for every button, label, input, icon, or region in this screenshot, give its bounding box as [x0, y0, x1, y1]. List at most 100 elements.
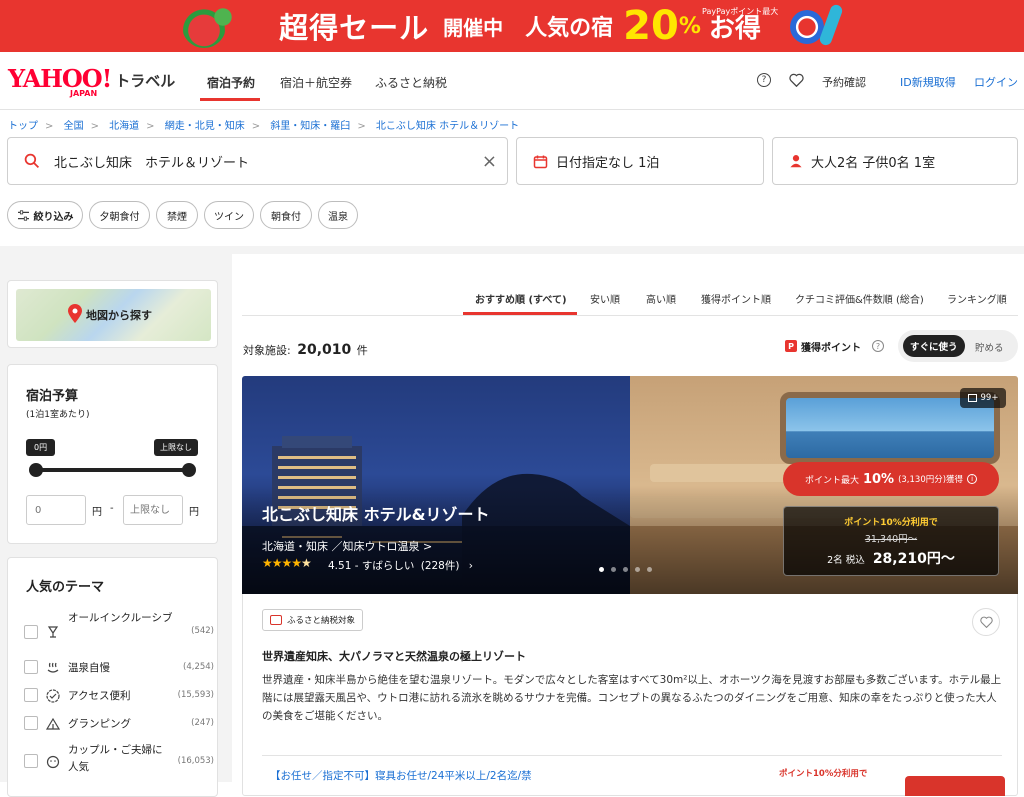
price-slider-track[interactable] — [35, 468, 190, 472]
date-select-box[interactable]: 日付指定なし 1泊 — [516, 137, 764, 185]
register-link[interactable]: ID新規取得 — [900, 74, 956, 90]
points-help-icon[interactable]: ? — [872, 340, 884, 352]
theme-label: オールインクルーシブ — [68, 612, 173, 624]
carousel-dot[interactable] — [623, 567, 628, 572]
min-slider-handle[interactable] — [29, 463, 43, 477]
tab-hotel[interactable]: 宿泊予約 — [207, 74, 255, 91]
active-tab-underline — [200, 98, 260, 101]
banner-percent-sign: % — [678, 13, 701, 39]
yahoo-travel-logo[interactable]: YAHOO! JAPAN トラベル — [8, 64, 175, 98]
hotel-image-gallery[interactable]: 北こぶし知床 ホテル&リゾート 北海道・知床 ／知床ウトロ温泉 > ★★★★★ … — [242, 376, 1018, 594]
theme-item[interactable]: 温泉自慢 (4,254) — [24, 660, 214, 676]
points-badge-amount: (3,130円分)獲得 — [898, 475, 964, 485]
person-icon — [790, 155, 802, 168]
theme-item[interactable]: カップル・ご夫婦に人気 (16,053) — [24, 742, 214, 778]
points-badge[interactable]: ポイント最大 10% (3,130円分)獲得 i — [783, 462, 999, 496]
rating-row[interactable]: 4.51 - すばらしい (228件) › — [328, 558, 473, 573]
photo-count: 99+ — [980, 393, 999, 403]
photo-icon — [967, 394, 977, 402]
map-search-panel[interactable]: 地図から探す — [7, 280, 218, 348]
filter-chip-twin[interactable]: ツイン — [204, 201, 254, 229]
breadcrumb-item[interactable]: トップ — [8, 121, 38, 132]
theme-item[interactable]: アクセス便利 (15,593) — [24, 688, 214, 704]
points-save-option[interactable]: 貯める — [975, 340, 1004, 354]
plan-points-note: ポイント10%分利用で — [779, 769, 868, 779]
sort-tab-reviews[interactable]: クチコミ評価&件数順 (総合) — [795, 291, 924, 306]
breadcrumb-item[interactable]: 北海道 — [109, 121, 139, 132]
theme-checkbox[interactable] — [24, 688, 38, 702]
theme-checkbox[interactable] — [24, 625, 38, 639]
carousel-dot[interactable] — [647, 567, 652, 572]
points-badge-prefix: ポイント最大 — [804, 475, 859, 486]
map-thumbnail[interactable]: 地図から探す — [16, 289, 211, 341]
hotel-area[interactable]: 北海道・知床 ／知床ウトロ温泉 > — [262, 538, 432, 554]
heart-icon[interactable] — [789, 73, 804, 87]
clear-icon[interactable]: × — [482, 151, 497, 172]
guest-value: 大人2名 子供0名 1室 — [811, 155, 936, 171]
breadcrumb-item[interactable]: 全国 — [64, 121, 84, 132]
sort-tab-expensive[interactable]: 高い順 — [646, 291, 676, 306]
login-link[interactable]: ログイン — [974, 74, 1018, 90]
help-icon[interactable]: ? — [757, 73, 771, 87]
keyword-search-box[interactable]: 北こぶし知床 ホテル＆リゾート × — [7, 137, 508, 185]
banner-percent: 20 — [623, 3, 679, 49]
carousel-dot[interactable] — [635, 567, 640, 572]
reservation-check-link[interactable]: 予約確認 — [822, 74, 866, 90]
breadcrumb-item[interactable]: 北こぶし知床 ホテル＆リゾート — [376, 121, 519, 132]
filter-chip-nonsmoking[interactable]: 禁煙 — [156, 201, 198, 229]
plan-reserve-button[interactable] — [905, 776, 1005, 796]
carousel-dot[interactable] — [611, 567, 616, 572]
gift-icon — [270, 615, 282, 625]
plan-title[interactable]: 【お任せ／指定不可】寝具お任せ/24平米以上/2名迄/禁 — [270, 768, 532, 783]
tab-furusato[interactable]: ふるさと納税 — [375, 74, 447, 91]
map-pin-icon — [68, 304, 82, 323]
review-count: (228件) — [420, 560, 460, 572]
guest-select-box[interactable]: 大人2名 子供0名 1室 — [772, 137, 1018, 185]
sale-banner[interactable]: 超得セール 開催中 人気の宿 PayPayポイント最大 20 % お得 — [0, 0, 1024, 52]
rating-text: - すばらしい — [354, 560, 415, 572]
favorite-button[interactable] — [972, 608, 1000, 636]
tab-hotel-flight[interactable]: 宿泊＋航空券 — [280, 74, 352, 91]
carousel-dot-active[interactable] — [599, 567, 604, 572]
theme-item[interactable]: グランピング (247) — [24, 716, 214, 732]
theme-label: グランピング — [68, 718, 131, 730]
theme-checkbox[interactable] — [24, 754, 38, 768]
theme-panel: 人気のテーマ オールインクルーシブ (542) 温泉自慢 (4,254) アクセ… — [7, 557, 218, 797]
breadcrumb-item[interactable]: 網走・北見・知床 — [165, 121, 245, 132]
theme-label: カップル・ご夫婦に人気 — [68, 744, 163, 773]
max-price-input[interactable] — [123, 495, 183, 525]
theme-item[interactable]: オールインクルーシブ (542) — [24, 610, 214, 644]
points-use-now-option[interactable]: すぐに使う — [903, 335, 965, 357]
refine-button[interactable]: 絞り込み — [7, 201, 83, 229]
max-price-bubble: 上限なし — [154, 439, 198, 456]
theme-title: 人気のテーマ — [26, 580, 105, 595]
hotel-name[interactable]: 北こぶし知床 ホテル&リゾート — [262, 501, 490, 525]
banner-status: 開催中 — [443, 15, 504, 40]
couple-icon — [46, 755, 60, 769]
star-rating: ★★★★★ — [262, 556, 312, 570]
sort-tab-cheap[interactable]: 安い順 — [590, 291, 620, 306]
theme-checkbox[interactable] — [24, 716, 38, 730]
chevron-right-icon: › — [468, 560, 473, 572]
filter-chip-breakfast[interactable]: 朝食付 — [260, 201, 312, 229]
points-toggle[interactable]: すぐに使う 貯める — [898, 330, 1018, 362]
filter-chip-onsen[interactable]: 温泉 — [318, 201, 358, 229]
price-box[interactable]: ポイント10%分利用で 31,340円〜 2名 税込 28,210円〜 — [783, 506, 999, 576]
photo-count-badge[interactable]: 99+ — [960, 388, 1006, 408]
sort-tab-ranking[interactable]: ランキング順 — [947, 291, 1007, 306]
sort-tab-points[interactable]: 獲得ポイント順 — [701, 291, 771, 306]
map-search-label: 地図から探す — [86, 309, 152, 322]
hotel-description: 世界遺産・知床半島から絶佳を望む温泉リゾート。モダンで広々とした客室はすべて30… — [262, 674, 1002, 722]
sort-tab-recommended[interactable]: おすすめ順 (すべて) — [475, 291, 567, 306]
theme-checkbox[interactable] — [24, 660, 38, 674]
filter-chip-dinner-breakfast[interactable]: 夕朝食付 — [89, 201, 150, 229]
breadcrumb-item[interactable]: 斜里・知床・羅臼 — [270, 121, 350, 132]
min-price-bubble: 0円 — [26, 439, 56, 456]
min-price-input[interactable] — [26, 495, 86, 525]
carousel-dots[interactable] — [599, 567, 652, 572]
calendar-icon — [533, 155, 548, 168]
budget-panel: 宿泊予算 (1泊1室あたり) 0円 上限なし 円 - 円 — [7, 364, 218, 544]
rating-value: 4.51 — [328, 560, 352, 572]
max-slider-handle[interactable] — [182, 463, 196, 477]
points-use-note: ポイント10%分利用で — [844, 518, 938, 528]
